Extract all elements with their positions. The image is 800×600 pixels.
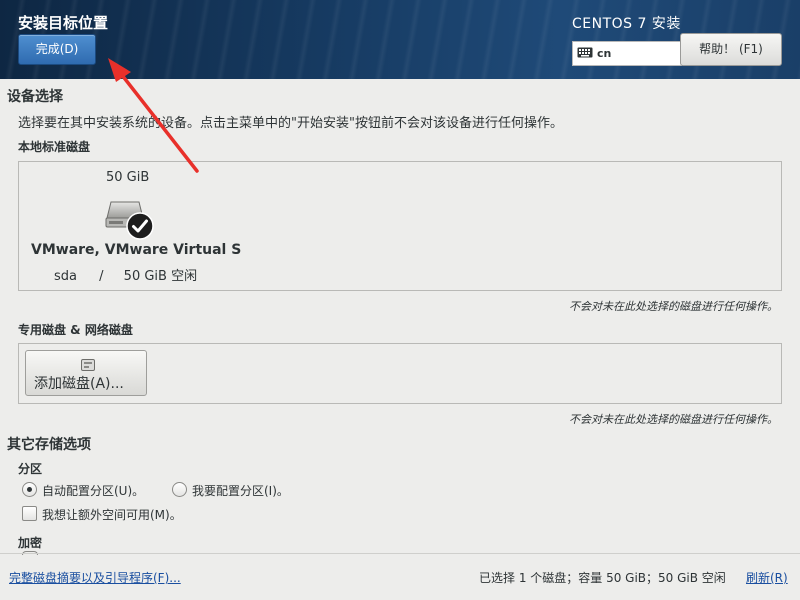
help-button[interactable]: 帮助！ (F1) [680, 33, 782, 66]
specialized-disks-heading: 专用磁盘 & 网络磁盘 [18, 323, 133, 337]
disk-details: sda / 50 GiB 空闲 [54, 265, 197, 284]
specialized-disks-note: 不会对未在此处选择的磁盘进行任何操作。 [569, 413, 778, 426]
keyboard-layout-label: cn [597, 47, 612, 60]
device-selection-heading: 设备选择 [7, 89, 63, 105]
partitioning-heading: 分区 [18, 462, 43, 476]
disk-free-space: 50 GiB 空闲 [123, 269, 198, 284]
keyboard-layout-indicator[interactable]: cn [572, 41, 682, 66]
full-disk-summary-link[interactable]: 完整磁盘摘要以及引导程序(F)... [9, 569, 181, 586]
disk-device: sda [54, 269, 77, 284]
checkmark-icon [126, 212, 154, 244]
local-disks-note: 不会对未在此处选择的磁盘进行任何操作。 [569, 300, 778, 313]
encryption-heading: 加密 [18, 536, 43, 550]
manual-partition-label[interactable]: 我要配置分区(I)。 [192, 482, 289, 499]
other-storage-heading: 其它存储选项 [7, 437, 91, 453]
auto-partition-radio[interactable] [22, 482, 37, 497]
done-button[interactable]: 完成(D) [18, 34, 96, 65]
extra-space-label[interactable]: 我想让额外空间可用(M)。 [42, 506, 182, 523]
extra-space-checkbox[interactable] [22, 506, 37, 521]
add-disk-button[interactable]: 添加磁盘(A)... [25, 350, 147, 396]
add-disk-label: 添加磁盘(A)... [34, 376, 124, 392]
keyboard-icon [577, 43, 593, 66]
auto-partition-label[interactable]: 自动配置分区(U)。 [42, 482, 144, 499]
device-selection-description: 选择要在其中安装系统的设备。点击主菜单中的"开始安装"按钮前不会对该设备进行任何… [18, 116, 563, 131]
footer-divider [0, 553, 800, 554]
disk-name: VMware, VMware Virtual S [31, 242, 242, 258]
header-bar: 安装目标位置 完成(D) CENTOS 7 安装 cn 帮助！ (F1) [0, 0, 800, 79]
refresh-link[interactable]: 刷新(R) [746, 569, 788, 586]
disk-separator: / [99, 269, 104, 284]
manual-partition-radio[interactable] [172, 482, 187, 497]
disk-size: 50 GiB [106, 170, 150, 185]
local-disks-heading: 本地标准磁盘 [18, 140, 91, 154]
page-title: 安装目标位置 [18, 14, 109, 32]
selection-status: 已选择 1 个磁盘；容量 50 GiB；50 GiB 空闲 [479, 571, 726, 585]
product-title: CENTOS 7 安装 [572, 16, 681, 32]
